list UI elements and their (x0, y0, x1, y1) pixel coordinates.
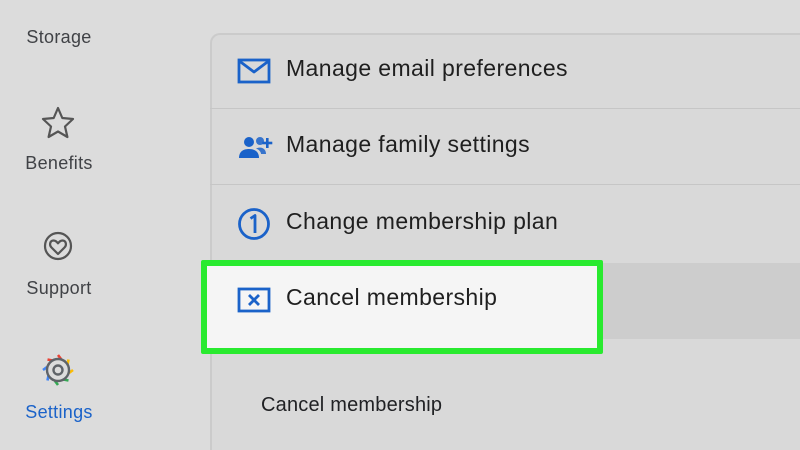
star-icon (39, 104, 77, 142)
menu-label-cancel-membership: Cancel membership (286, 284, 498, 310)
nav-item-support[interactable]: Support (0, 225, 118, 325)
cancel-box-icon (235, 282, 273, 318)
settings-gear-icon (39, 351, 77, 389)
storage-icon (39, 0, 77, 4)
nav-item-settings[interactable]: Settings (0, 350, 118, 450)
menu-item-family-settings[interactable]: Manage family settings (210, 109, 800, 184)
nav-item-benefits[interactable]: Benefits (0, 100, 118, 200)
cancel-membership-link[interactable]: Cancel membership (261, 394, 442, 417)
menu-label-change-plan: Change membership plan (286, 208, 559, 234)
menu-item-change-plan[interactable]: Change membership plan (210, 186, 800, 261)
support-icon (39, 227, 77, 265)
side-navigation: Storage Benefits Support Settings (0, 0, 118, 450)
nav-item-storage[interactable]: Storage (0, 0, 118, 64)
menu-item-email-preferences[interactable]: Manage email preferences (210, 33, 800, 108)
nav-label-benefits: Benefits (25, 153, 93, 173)
nav-label-storage: Storage (26, 27, 92, 47)
menu-label-email-preferences: Manage email preferences (286, 55, 568, 81)
row-divider (210, 184, 800, 185)
nav-label-support: Support (26, 278, 92, 298)
menu-label-family-settings: Manage family settings (286, 131, 531, 157)
email-icon (235, 53, 273, 89)
settings-screen: Storage Benefits Support Settings Manage… (0, 0, 800, 450)
one-circle-icon (235, 206, 273, 242)
nav-label-settings: Settings (25, 402, 93, 422)
family-icon (235, 129, 273, 165)
menu-item-cancel-membership[interactable]: Cancel membership (210, 262, 800, 337)
